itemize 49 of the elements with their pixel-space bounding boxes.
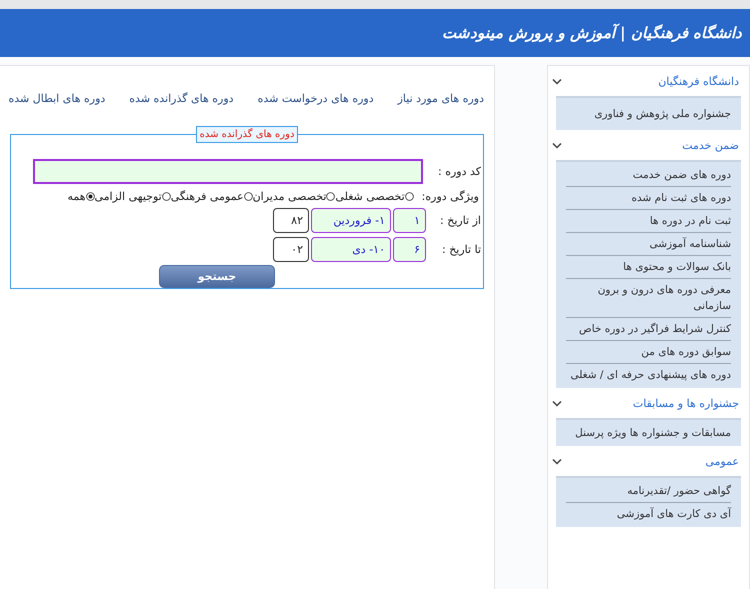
- radio-button[interactable]: [162, 192, 171, 201]
- menu-item[interactable]: بانک سوالات و محتوی ها: [566, 256, 731, 279]
- menu-group-title[interactable]: دانشگاه فرهنگیان: [658, 74, 739, 88]
- field-label: تا تاریخ :: [441, 243, 481, 256]
- chevron-down-icon[interactable]: [552, 400, 562, 406]
- month-dropdown[interactable]: ۱۰- دی: [311, 237, 391, 262]
- radio-label: عمومی فرهنگی: [170, 190, 244, 203]
- site-logo-text: دانشگاه فرهنگیان | آموزش و پرورش مینودشت: [442, 24, 742, 42]
- menu-item[interactable]: دوره های ثبت نام شده: [566, 187, 731, 210]
- menu-group-title[interactable]: جشنواره ها و مسابقات: [632, 396, 739, 410]
- menu-item[interactable]: مسابقات و جشنواره ها ویژه پرسنل: [566, 422, 731, 444]
- radio-button[interactable]: [86, 192, 94, 201]
- chevron-down-icon[interactable]: [552, 458, 562, 464]
- radio-label: توجیهی الزامی: [94, 190, 162, 203]
- search-button[interactable]: جستجو: [159, 265, 275, 288]
- year-field[interactable]: ۰۲: [273, 237, 309, 262]
- tab-link[interactable]: دوره های درخواست شده: [258, 92, 374, 112]
- menu-item[interactable]: معرفی دوره های درون و برون سازمانی: [566, 279, 731, 318]
- menu-item[interactable]: سوابق دوره های من: [566, 341, 731, 364]
- radio-label: همه: [67, 190, 86, 203]
- menu-item[interactable]: ثبت نام در دوره ها: [566, 210, 731, 233]
- field-label: کد دوره :: [437, 165, 481, 178]
- menu-group-title[interactable]: عمومی: [705, 454, 739, 468]
- field-label: ویژگی دوره:: [422, 190, 479, 203]
- radio-button[interactable]: [404, 192, 414, 201]
- menu-item[interactable]: آی دی کارت های آموزشی: [566, 503, 731, 525]
- menu-item[interactable]: شناسنامه آموزشی: [566, 233, 731, 256]
- menu-item[interactable]: گواهی حضور /تقدیرنامه: [566, 480, 731, 503]
- radio-label: تخصصی مدیران: [252, 190, 326, 203]
- tab-link[interactable]: دوره های ابطال شده: [8, 92, 106, 112]
- fieldset-legend: دوره های گذرانده شده: [196, 126, 298, 143]
- radio-button[interactable]: [326, 192, 336, 201]
- year-field[interactable]: ۸۲: [273, 208, 309, 233]
- field-label: از تاریخ :: [439, 214, 481, 227]
- menu-group-title[interactable]: ضمن خدمت: [682, 138, 739, 152]
- course-code-field[interactable]: [33, 159, 423, 184]
- chevron-down-icon[interactable]: [552, 142, 562, 148]
- day-dropdown[interactable]: ۶: [393, 237, 426, 262]
- tab-link[interactable]: دوره های گذرانده شده: [129, 92, 234, 112]
- day-dropdown[interactable]: ۱: [393, 208, 426, 233]
- menu-item[interactable]: کنترل شرایط فراگیر در دوره خاص: [566, 318, 731, 341]
- tab-link[interactable]: دوره های مورد نیاز: [398, 92, 484, 112]
- month-dropdown[interactable]: ۱- فروردین: [311, 208, 391, 233]
- chevron-down-icon[interactable]: [552, 78, 562, 84]
- menu-item[interactable]: دوره های پیشنهادی حرفه ای / شغلی: [566, 364, 731, 386]
- radio-button[interactable]: [244, 192, 253, 201]
- menu-item[interactable]: دوره های ضمن خدمت: [566, 164, 731, 187]
- menu-item[interactable]: جشنواره ملی پژوهش و فناوری: [566, 100, 731, 128]
- radio-label: تخصصی شغلی: [335, 190, 405, 203]
